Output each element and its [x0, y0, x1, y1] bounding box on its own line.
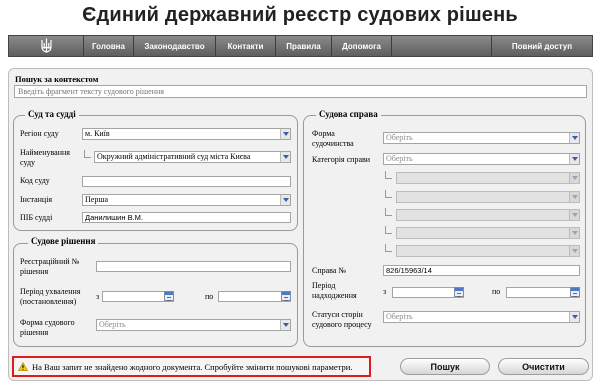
no-results-alert: На Ваш запит не знайдено жодного докумен…: [12, 356, 371, 377]
calendar-icon[interactable]: [454, 287, 464, 297]
nav-help[interactable]: Допомога: [332, 36, 392, 56]
trident-logo-icon[interactable]: [9, 36, 84, 56]
tree-connector: [385, 190, 392, 198]
case-number-label: Справа №: [312, 266, 347, 275]
decision-legend: Судове рішення: [28, 236, 99, 246]
decision-form-select[interactable]: Оберіть: [96, 319, 291, 331]
search-button[interactable]: Пошук: [400, 358, 490, 375]
tree-connector: [385, 226, 392, 234]
category-label: Категорія справи: [312, 155, 371, 164]
page-title: Єдиний державний реєстр судових рішень: [82, 4, 518, 26]
region-label: Регіон суду: [20, 129, 59, 138]
tree-connector: [385, 244, 392, 252]
nav-home[interactable]: Головна: [84, 36, 134, 56]
court-code-input[interactable]: [82, 176, 291, 187]
context-search-input[interactable]: [14, 85, 587, 98]
court-name-label: Найменування суду: [20, 148, 70, 167]
case-legend: Судова справа: [316, 109, 381, 119]
calendar-icon[interactable]: [164, 291, 174, 301]
calendar-icon[interactable]: [570, 287, 580, 297]
subcategory-select-5[interactable]: [396, 245, 580, 257]
chevron-down-icon: [569, 192, 579, 202]
category-select[interactable]: Оберіть: [383, 153, 580, 165]
decision-from-label: з: [96, 292, 100, 301]
judge-label: ПІБ судді: [20, 213, 53, 222]
chevron-down-icon: [569, 228, 579, 238]
case-period-label: Період надходження: [312, 281, 357, 300]
chevron-down-icon: [569, 312, 579, 322]
tree-connector: [84, 150, 91, 158]
parties-label: Статуси сторін судового процесу: [312, 310, 372, 329]
chevron-down-icon: [280, 195, 290, 205]
case-from-label: з: [383, 287, 387, 296]
clear-button[interactable]: Очистити: [498, 358, 589, 375]
nav-full-access[interactable]: Повний доступ: [492, 36, 592, 56]
nav-spacer: [392, 36, 492, 56]
chevron-down-icon: [569, 173, 579, 183]
nav-contacts[interactable]: Контакти: [216, 36, 276, 56]
main-navbar: Головна Законодавство Контакти Правила Д…: [8, 35, 593, 57]
subcategory-select-3[interactable]: [396, 209, 580, 221]
jurisdiction-select[interactable]: Оберіть: [383, 132, 580, 144]
case-date-to-input[interactable]: [506, 287, 580, 298]
chevron-down-icon: [569, 246, 579, 256]
decision-form-label: Форма судового рішення: [20, 318, 75, 337]
calendar-icon[interactable]: [281, 291, 291, 301]
chevron-down-icon: [569, 210, 579, 220]
tree-connector: [385, 171, 392, 179]
alert-message: На Ваш запит не знайдено жодного докумен…: [32, 361, 353, 372]
warning-icon: [18, 362, 28, 371]
court-code-label: Код суду: [20, 176, 50, 185]
context-search-label: Пошук за контекстом: [15, 74, 99, 84]
court-name-select[interactable]: Окружний адміністративний суд міста Києв…: [94, 151, 291, 163]
nav-rules[interactable]: Правила: [276, 36, 332, 56]
tree-connector: [385, 208, 392, 216]
chevron-down-icon: [569, 154, 579, 164]
reg-number-label: Реєстраційний № рішення: [20, 257, 80, 276]
region-select[interactable]: м. Київ: [82, 128, 291, 140]
chevron-down-icon: [280, 320, 290, 330]
subcategory-select-1[interactable]: [396, 172, 580, 184]
case-number-input[interactable]: [383, 265, 580, 276]
subcategory-select-4[interactable]: [396, 227, 580, 239]
instance-label: Інстанція: [20, 195, 53, 204]
judge-input[interactable]: [82, 212, 291, 223]
reg-number-input[interactable]: [96, 261, 291, 272]
court-legend: Суд та судді: [25, 109, 79, 119]
jurisdiction-label: Форма судочинства: [312, 129, 354, 148]
subcategory-select-2[interactable]: [396, 191, 580, 203]
decision-to-label: по: [205, 292, 214, 301]
decision-period-label: Період ухвалення (постановлення): [20, 287, 81, 306]
chevron-down-icon: [280, 129, 290, 139]
case-to-label: по: [492, 287, 501, 296]
parties-select[interactable]: Оберіть: [383, 311, 580, 323]
chevron-down-icon: [280, 152, 290, 162]
nav-legislation[interactable]: Законодавство: [134, 36, 216, 56]
chevron-down-icon: [569, 133, 579, 143]
instance-select[interactable]: Перша: [82, 194, 291, 206]
